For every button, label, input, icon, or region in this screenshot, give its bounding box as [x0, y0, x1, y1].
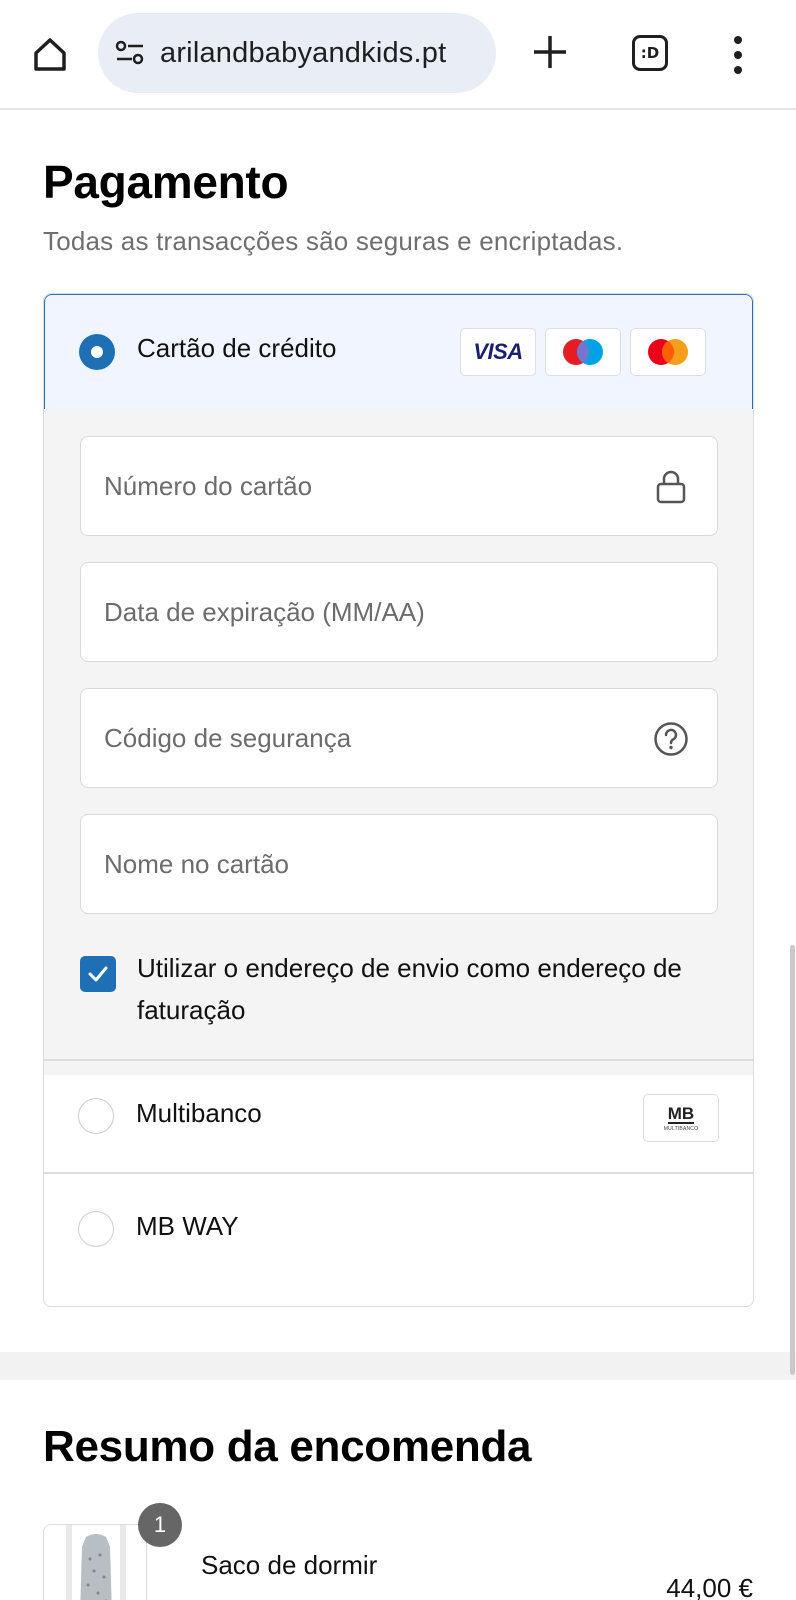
card-number-placeholder: Número do cartão: [104, 471, 313, 501]
quantity-badge: 1: [138, 1503, 182, 1547]
visa-logo: VISA: [460, 328, 536, 376]
expiry-date-placeholder: Data de expiração (MM/AA): [104, 597, 425, 627]
payment-methods: Cartão de crédito VISA Número do cartão …: [43, 293, 754, 1307]
card-number-field[interactable]: Número do cartão: [80, 436, 718, 536]
checkmark-icon: [88, 966, 108, 982]
multibanco-radio[interactable]: [78, 1098, 114, 1134]
credit-card-label: Cartão de crédito: [137, 333, 337, 363]
browser-toolbar: arilandbabyandkids.pt :D: [0, 0, 796, 110]
lock-icon: [653, 469, 689, 505]
tab-switcher-icon[interactable]: :D: [632, 35, 668, 71]
security-code-field[interactable]: Código de segurança: [80, 688, 718, 788]
name-on-card-field[interactable]: Nome no cartão: [80, 814, 718, 914]
section-divider: [0, 1352, 796, 1380]
mbway-option[interactable]: MB WAY: [44, 1174, 753, 1286]
payment-subtitle: Todas as transacções são seguras e encri…: [43, 226, 624, 256]
payment-title: Pagamento: [43, 156, 289, 208]
product-name: Saco de dormir: [201, 1550, 378, 1580]
scrollbar[interactable]: [790, 945, 795, 1375]
mbway-radio[interactable]: [78, 1211, 114, 1247]
multibanco-label: Multibanco: [136, 1098, 262, 1128]
mbway-label: MB WAY: [136, 1211, 239, 1241]
home-icon[interactable]: [26, 30, 74, 78]
multibanco-logo: MB MULTIBANCO: [643, 1094, 719, 1142]
new-tab-icon[interactable]: [528, 30, 572, 74]
more-menu-icon[interactable]: [732, 36, 744, 74]
billing-address-label[interactable]: Utilizar o endereço de envio como endere…: [137, 947, 697, 1031]
billing-address-checkbox[interactable]: [80, 956, 116, 992]
url-text[interactable]: arilandbabyandkids.pt: [160, 37, 446, 70]
multibanco-option[interactable]: Multibanco MB MULTIBANCO: [44, 1060, 753, 1172]
order-summary-title: Resumo da encomenda: [43, 1422, 532, 1471]
site-settings-icon[interactable]: [114, 37, 146, 69]
credit-card-radio[interactable]: [79, 334, 115, 370]
credit-card-option[interactable]: Cartão de crédito VISA: [44, 294, 753, 410]
credit-card-form: Número do cartão Data de expiração (MM/A…: [44, 409, 753, 1075]
help-icon[interactable]: [653, 721, 689, 757]
product-image: [43, 1524, 147, 1600]
expiry-date-field[interactable]: Data de expiração (MM/AA): [80, 562, 718, 662]
tab-switcher-label: :D: [640, 44, 660, 62]
maestro-logo: [545, 328, 621, 376]
security-code-placeholder: Código de segurança: [104, 723, 352, 753]
address-bar[interactable]: arilandbabyandkids.pt: [98, 13, 496, 93]
product-price: 44,00 €: [666, 1573, 753, 1600]
mastercard-logo: [630, 328, 706, 376]
name-on-card-placeholder: Nome no cartão: [104, 849, 289, 879]
